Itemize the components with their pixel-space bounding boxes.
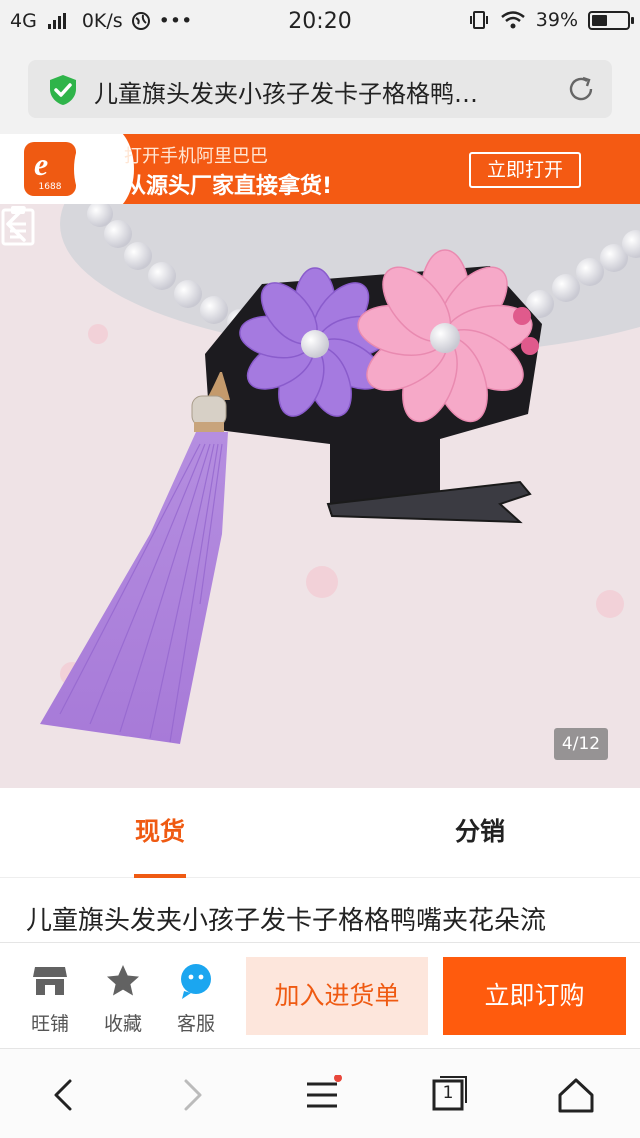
tabs-button[interactable]: 1: [430, 1075, 470, 1115]
app-logo: e 1688: [24, 142, 76, 196]
logo-area: e 1688: [0, 134, 134, 204]
battery-icon: [588, 10, 634, 30]
wifi-icon: [500, 11, 525, 29]
forward-icon[interactable]: [172, 1075, 212, 1115]
page-title: 儿童旗头发夹小孩子发卡子格格鸭…: [94, 80, 478, 108]
banner-line2: 从源头厂家直接拿货!: [124, 174, 333, 199]
star-icon: [107, 965, 139, 996]
tab-count: 1: [442, 1083, 454, 1103]
image-counter: 4/12: [554, 728, 608, 760]
customer-service-button[interactable]: 客服: [166, 961, 226, 1036]
clipboard-icon[interactable]: [0, 204, 36, 246]
banner-line1: 打开手机阿里巴巴: [124, 146, 268, 167]
service-label: 客服: [176, 1013, 215, 1035]
battery-percent: 39%: [535, 9, 578, 31]
shop-button[interactable]: 旺铺: [20, 961, 80, 1036]
logo-letter: e: [34, 146, 49, 182]
address-bar[interactable]: 儿童旗头发夹小孩子发卡子格格鸭…: [28, 60, 612, 118]
product-image: [0, 204, 640, 788]
vibrate-icon: [469, 11, 488, 29]
favorite-label: 收藏: [103, 1013, 142, 1035]
home-icon[interactable]: [556, 1075, 596, 1115]
tab-in-stock[interactable]: 现货: [80, 788, 240, 878]
reload-icon[interactable]: [566, 74, 596, 104]
add-to-cart-button[interactable]: 加入进货单: [246, 957, 428, 1035]
logo-number: 1688: [38, 182, 62, 192]
shop-label: 旺铺: [30, 1013, 69, 1035]
product-title: 儿童旗头发夹小孩子发卡子格格鸭嘴夹花朵流: [26, 906, 547, 936]
chat-bubble-icon: [181, 964, 211, 999]
shield-check-icon: [50, 75, 76, 105]
address-bar-area: 儿童旗头发夹小孩子发卡子格格鸭…: [0, 44, 640, 134]
tab-bar: 现货 分销: [0, 788, 640, 878]
tab-distribution[interactable]: 分销: [400, 788, 560, 878]
buy-now-button[interactable]: 立即订购: [443, 957, 626, 1035]
action-bar: 旺铺 收藏 客服 加入进货单 立即订购: [0, 942, 640, 1048]
shop-icon: [33, 967, 67, 995]
app-promo-banner[interactable]: e 1688 打开手机阿里巴巴 从源头厂家直接拿货! 立即打开: [0, 134, 640, 204]
back-icon[interactable]: [44, 1075, 84, 1115]
product-gallery[interactable]: 4/12: [0, 204, 640, 788]
browser-nav-bar: 1: [0, 1048, 640, 1138]
favorite-button[interactable]: 收藏: [93, 961, 153, 1036]
status-right: 39%: [468, 9, 634, 31]
status-bar: 4G 0K/s ••• 20:20 39%: [0, 0, 640, 44]
battery-fill: [592, 14, 607, 26]
menu-icon[interactable]: [302, 1075, 342, 1115]
open-app-button[interactable]: 立即打开: [469, 152, 581, 188]
